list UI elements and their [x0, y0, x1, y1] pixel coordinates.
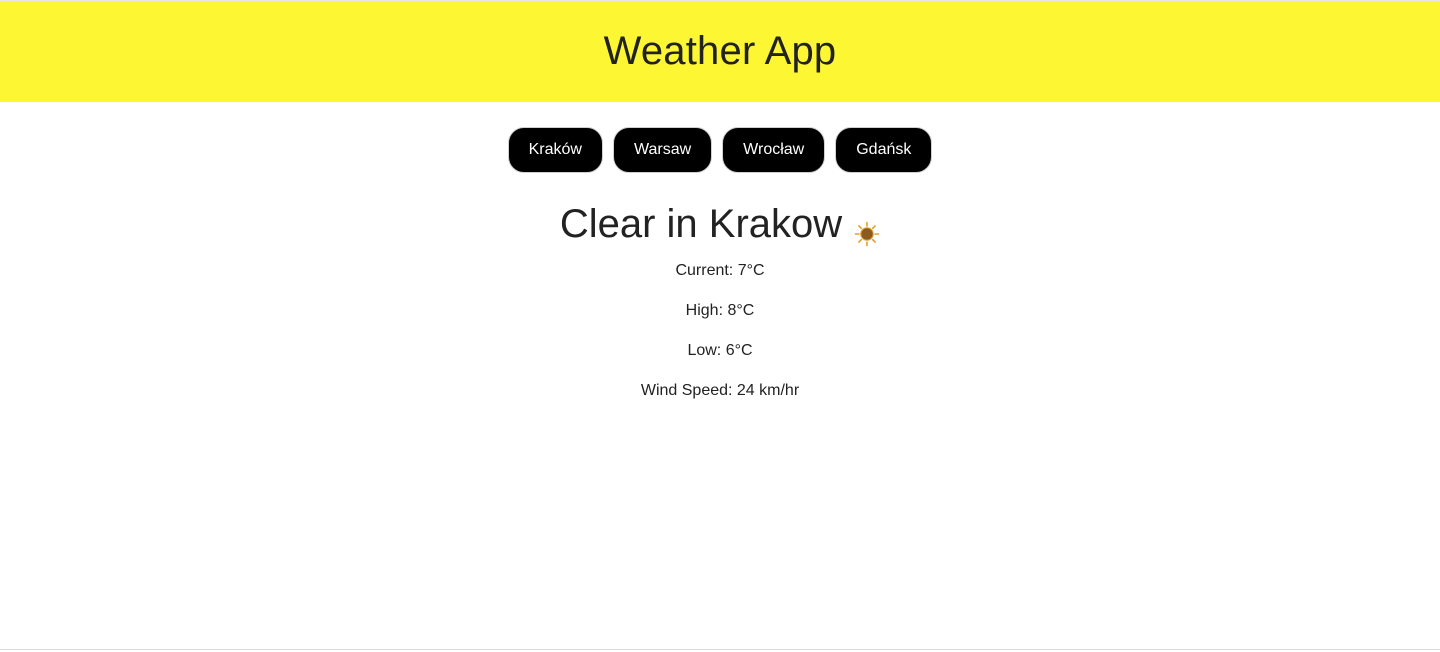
bottom-divider	[0, 649, 1440, 650]
weather-stats: Current: 7°C High: 8°C Low: 6°C Wind Spe…	[0, 261, 1440, 401]
weather-heading: Clear in Krakow	[560, 201, 880, 247]
current-temperature: Current: 7°C	[675, 262, 765, 279]
city-button-warsaw[interactable]: Warsaw	[612, 127, 713, 173]
weather-title-text: Clear in Krakow	[559, 202, 843, 246]
weather-app-page: Weather App Kraków Warsaw Wrocław Gdańsk…	[0, 0, 1440, 652]
high-temperature: High: 8°C	[685, 302, 755, 319]
app-title: Weather App	[603, 29, 837, 73]
wind-speed: Wind Speed: 24 km/hr	[640, 382, 800, 399]
app-header: Weather App	[0, 1, 1440, 102]
weather-panel: Clear in Krakow Current: 7°C High: 8°C L…	[0, 201, 1440, 401]
low-temperature: Low: 6°C	[687, 342, 753, 359]
city-button-krakow[interactable]: Kraków	[507, 127, 603, 173]
city-button-wroclaw[interactable]: Wrocław	[722, 127, 826, 173]
sun-icon	[854, 211, 880, 247]
city-button-gdansk[interactable]: Gdańsk	[835, 127, 933, 173]
city-selector: Kraków Warsaw Wrocław Gdańsk	[0, 127, 1440, 173]
